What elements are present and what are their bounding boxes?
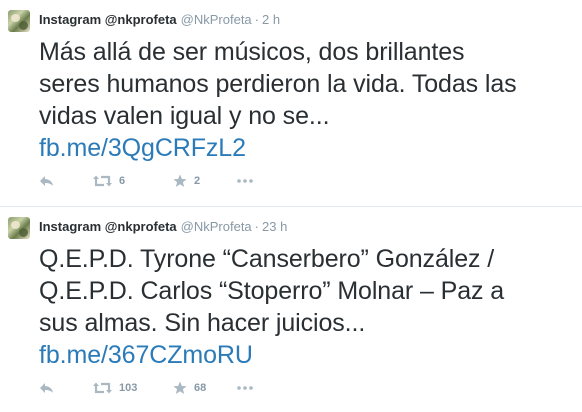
reply-button[interactable] bbox=[39, 172, 54, 190]
screen-name[interactable]: @NkProfeta bbox=[181, 12, 252, 27]
retweet-icon bbox=[93, 382, 112, 394]
favorite-count: 68 bbox=[194, 382, 207, 394]
more-icon bbox=[237, 386, 253, 390]
tweet-text-line: seres humanos perdieron la vida. Todas l… bbox=[39, 70, 517, 98]
display-name[interactable]: Instagram @nkprofeta bbox=[39, 12, 177, 27]
tweet-link[interactable]: fb.me/3QgCRFzL2 bbox=[39, 132, 579, 164]
timestamp[interactable]: 23 h bbox=[262, 219, 287, 234]
favorite-button[interactable]: 2 bbox=[173, 172, 200, 190]
tweet-text-line: Q.E.P.D. Tyrone “Canserbero” González / bbox=[39, 245, 495, 273]
reply-icon bbox=[40, 176, 53, 186]
tweet-actions: 103 68 bbox=[39, 379, 339, 397]
separator: · bbox=[254, 219, 259, 234]
retweet-icon bbox=[93, 175, 112, 187]
favorite-count: 2 bbox=[194, 175, 201, 187]
star-icon bbox=[173, 381, 187, 394]
retweet-count: 103 bbox=[119, 382, 138, 394]
avatar[interactable] bbox=[8, 10, 30, 32]
reply-button[interactable] bbox=[39, 379, 54, 397]
retweet-count: 6 bbox=[119, 175, 126, 187]
more-icon bbox=[237, 179, 253, 183]
tweet-header: Instagram @nkprofeta @NkProfeta · 23 h bbox=[39, 219, 287, 235]
retweet-button[interactable]: 103 bbox=[93, 379, 137, 397]
more-button[interactable] bbox=[237, 172, 253, 190]
tweet-text-line: sus almas. Sin hacer juicios... bbox=[39, 309, 366, 337]
favorite-button[interactable]: 68 bbox=[173, 379, 206, 397]
separator: · bbox=[254, 12, 259, 27]
avatar[interactable] bbox=[8, 217, 30, 239]
more-button[interactable] bbox=[237, 379, 253, 397]
tweet-text-line: Q.E.P.D. Carlos “Stoperro” Molnar – Paz … bbox=[39, 277, 505, 305]
tweet-text: Q.E.P.D. Tyrone “Canserbero” González / … bbox=[39, 243, 579, 371]
reply-icon bbox=[40, 383, 53, 393]
tweet[interactable]: Instagram @nkprofeta @NkProfeta · 23 h Q.E.… bbox=[0, 206, 582, 412]
tweet-text: Más allá de ser músicos, dos brillantes … bbox=[39, 36, 579, 164]
retweet-button[interactable]: 6 bbox=[93, 172, 125, 190]
tweet-text-line: Más allá de ser músicos, dos brillantes bbox=[39, 38, 465, 66]
display-name[interactable]: Instagram @nkprofeta bbox=[39, 219, 177, 234]
tweet-text-line: vidas valen igual y no se... bbox=[39, 102, 330, 130]
timestamp[interactable]: 2 h bbox=[262, 12, 280, 27]
star-icon bbox=[173, 174, 187, 187]
screen-name[interactable]: @NkProfeta bbox=[181, 219, 252, 234]
tweet-link[interactable]: fb.me/367CZmoRU bbox=[39, 339, 579, 371]
tweet-actions: 6 2 bbox=[39, 172, 339, 190]
tweet[interactable]: Instagram @nkprofeta @NkProfeta · 2 h Más a… bbox=[0, 0, 582, 206]
tweet-header: Instagram @nkprofeta @NkProfeta · 2 h bbox=[39, 12, 280, 28]
